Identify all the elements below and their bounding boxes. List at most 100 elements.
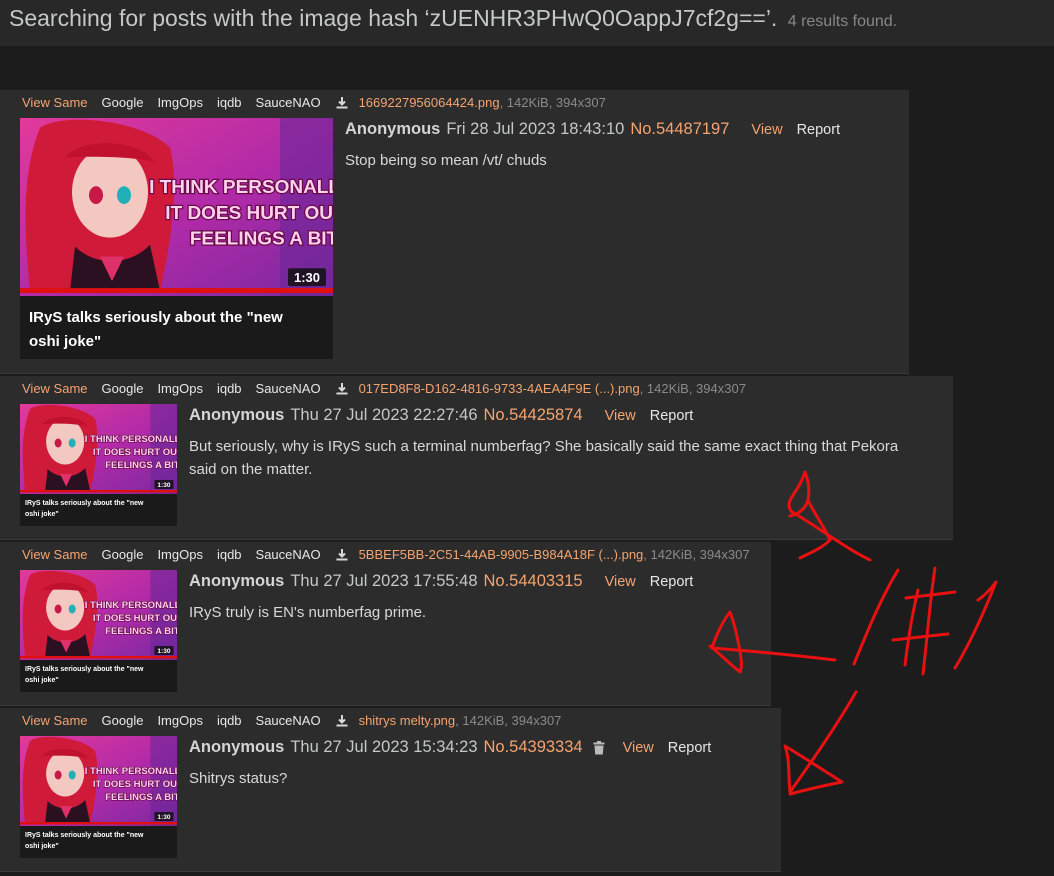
file-action-view-same[interactable]: View Same (22, 95, 88, 110)
file-action-view-same[interactable]: View Same (22, 381, 88, 396)
post-item: View Same Google ImgOps iqdb SauceNAO 017ED8F… (0, 376, 953, 540)
thumbnail-artwork: 1:30 I THINK PERSONALLY IT DOES HURT OUR… (20, 404, 177, 494)
poster-name: Anonymous (189, 572, 285, 590)
file-action-iqdb[interactable]: iqdb (217, 713, 242, 728)
file-action-saucenao[interactable]: SauceNAO (256, 547, 321, 562)
file-action-google[interactable]: Google (102, 547, 144, 562)
view-link[interactable]: View (623, 740, 654, 756)
svg-text:I THINK PERSONALLY: I THINK PERSONALLY (85, 600, 177, 611)
file-action-google[interactable]: Google (102, 95, 144, 110)
file-meta: , 142KiB, 394x307 (499, 95, 606, 110)
file-action-iqdb[interactable]: iqdb (217, 381, 242, 396)
file-action-google[interactable]: Google (102, 381, 144, 396)
view-link[interactable]: View (605, 408, 636, 424)
post-header: Anonymous Thu 27 Jul 2023 17:55:48 No.5440… (189, 572, 693, 591)
post-thumbnail[interactable]: 1:30 I THINK PERSONALLY IT DOES HURT OUR… (20, 736, 177, 858)
download-icon[interactable] (335, 382, 349, 396)
svg-text:I THINK PERSONALLY: I THINK PERSONALLY (85, 766, 177, 777)
poster-name: Anonymous (189, 738, 285, 756)
file-action-imgops[interactable]: ImgOps (157, 713, 203, 728)
svg-text:IT DOES HURT OUR: IT DOES HURT OUR (93, 447, 177, 458)
file-name-link[interactable]: shitrys melty.png (359, 713, 456, 728)
post-number[interactable]: No.54425874 (484, 406, 583, 425)
thumbnail-caption: IRyS talks seriously about the "new oshi … (20, 494, 177, 526)
result-count: 4 results found. (787, 13, 898, 30)
thumbnail-caption: IRyS talks seriously about the "new oshi … (20, 660, 177, 692)
svg-text:1:30: 1:30 (157, 814, 170, 821)
file-info-bar: View Same Google ImgOps iqdb SauceNAO 1669227… (22, 95, 606, 110)
svg-text:I THINK PERSONALLY: I THINK PERSONALLY (149, 177, 333, 198)
file-action-imgops[interactable]: ImgOps (157, 381, 203, 396)
svg-text:FEELINGS A BIT: FEELINGS A BIT (190, 229, 333, 250)
file-action-iqdb[interactable]: iqdb (217, 547, 242, 562)
report-link[interactable]: Report (650, 408, 694, 424)
svg-text:1:30: 1:30 (157, 482, 170, 489)
poster-name: Anonymous (345, 120, 441, 138)
file-info-bar: View Same Google ImgOps iqdb SauceNAO shitrys… (22, 713, 561, 728)
report-link[interactable]: Report (650, 574, 694, 590)
file-info-bar: View Same Google ImgOps iqdb SauceNAO 017ED8F… (22, 381, 746, 396)
download-icon[interactable] (335, 714, 349, 728)
thumbnail-artwork: 1:30 I THINK PERSONALLY IT DOES HURT OUR… (20, 736, 177, 826)
thumbnail-artwork: 1:30 I THINK PERSONALLY IT DOES HURT OUR… (20, 118, 333, 296)
post-item: View Same Google ImgOps iqdb SauceNAO shitrys… (0, 708, 781, 872)
file-name-link[interactable]: 5BBEF5BB-2C51-44AB-9905-B984A18F (...).p… (359, 547, 644, 562)
svg-text:FEELINGS A BIT: FEELINGS A BIT (105, 792, 177, 803)
post-date: Fri 28 Jul 2023 18:43:10 (446, 120, 625, 138)
file-action-saucenao[interactable]: SauceNAO (256, 95, 321, 110)
file-action-iqdb[interactable]: iqdb (217, 95, 242, 110)
file-action-google[interactable]: Google (102, 713, 144, 728)
post-thumbnail[interactable]: 1:30 I THINK PERSONALLY IT DOES HURT OUR… (20, 570, 177, 692)
file-name-link[interactable]: 017ED8F8-D162-4816-9733-4AEA4F9E (...).p… (359, 381, 640, 396)
post-header: Anonymous Fri 28 Jul 2023 18:43:10 No.5448… (345, 120, 840, 139)
post-body: But seriously, why is IRyS such a termin… (189, 438, 899, 478)
trash-icon[interactable] (593, 740, 605, 755)
file-action-saucenao[interactable]: SauceNAO (256, 713, 321, 728)
post-item: View Same Google ImgOps iqdb SauceNAO 5BBEF5B… (0, 542, 771, 706)
thumbnail-caption: IRyS talks seriously about the "new oshi … (20, 296, 333, 359)
post-header: Anonymous Thu 27 Jul 2023 22:27:46 No.5442… (189, 406, 693, 425)
post-date: Thu 27 Jul 2023 22:27:46 (290, 406, 478, 424)
file-action-saucenao[interactable]: SauceNAO (256, 381, 321, 396)
svg-text:1:30: 1:30 (294, 270, 320, 285)
svg-text:IT DOES HURT OUR: IT DOES HURT OUR (165, 203, 333, 224)
svg-text:IT DOES HURT OUR: IT DOES HURT OUR (93, 779, 177, 790)
search-title: Searching for posts with the image hash … (9, 5, 778, 31)
file-action-imgops[interactable]: ImgOps (157, 95, 203, 110)
post-item: View Same Google ImgOps iqdb SauceNAO 1669227… (0, 90, 909, 374)
post-body: Shitrys status? (189, 770, 288, 787)
post-date: Thu 27 Jul 2023 17:55:48 (290, 572, 478, 590)
view-link[interactable]: View (605, 574, 636, 590)
post-body: Stop being so mean /vt/ chuds (345, 152, 547, 169)
post-thumbnail[interactable]: 1:30 I THINK PERSONALLY IT DOES HURT OUR… (20, 404, 177, 526)
file-action-view-same[interactable]: View Same (22, 547, 88, 562)
thumbnail-artwork: 1:30 I THINK PERSONALLY IT DOES HURT OUR… (20, 570, 177, 660)
search-headline: Searching for posts with the image hash … (9, 5, 897, 32)
file-meta: , 142KiB, 394x307 (455, 713, 562, 728)
thumbnail-caption: IRyS talks seriously about the "new oshi … (20, 826, 177, 858)
file-action-imgops[interactable]: ImgOps (157, 547, 203, 562)
download-icon[interactable] (335, 548, 349, 562)
post-number[interactable]: No.54403315 (484, 572, 583, 591)
file-meta: , 142KiB, 394x307 (639, 381, 746, 396)
file-name-link[interactable]: 1669227956064424.png (359, 95, 500, 110)
svg-text:FEELINGS A BIT: FEELINGS A BIT (105, 460, 177, 471)
view-link[interactable]: View (751, 122, 782, 138)
post-number[interactable]: No.54393334 (484, 738, 583, 757)
post-body: IRyS truly is EN's numberfag prime. (189, 604, 427, 621)
svg-text:IT DOES HURT OUR: IT DOES HURT OUR (93, 613, 177, 624)
download-icon[interactable] (335, 96, 349, 110)
file-action-view-same[interactable]: View Same (22, 713, 88, 728)
report-link[interactable]: Report (797, 122, 841, 138)
report-link[interactable]: Report (668, 740, 712, 756)
file-meta: , 142KiB, 394x307 (643, 547, 750, 562)
top-bar: Searching for posts with the image hash … (0, 0, 1054, 46)
svg-text:FEELINGS A BIT: FEELINGS A BIT (105, 626, 177, 637)
post-thumbnail[interactable]: 1:30 I THINK PERSONALLY IT DOES HURT OUR… (20, 118, 333, 359)
post-date: Thu 27 Jul 2023 15:34:23 (290, 738, 478, 756)
poster-name: Anonymous (189, 406, 285, 424)
svg-text:1:30: 1:30 (157, 648, 170, 655)
post-header: Anonymous Thu 27 Jul 2023 15:34:23 No.5439… (189, 738, 711, 757)
post-number[interactable]: No.54487197 (630, 120, 729, 139)
file-info-bar: View Same Google ImgOps iqdb SauceNAO 5BBEF5B… (22, 547, 750, 562)
